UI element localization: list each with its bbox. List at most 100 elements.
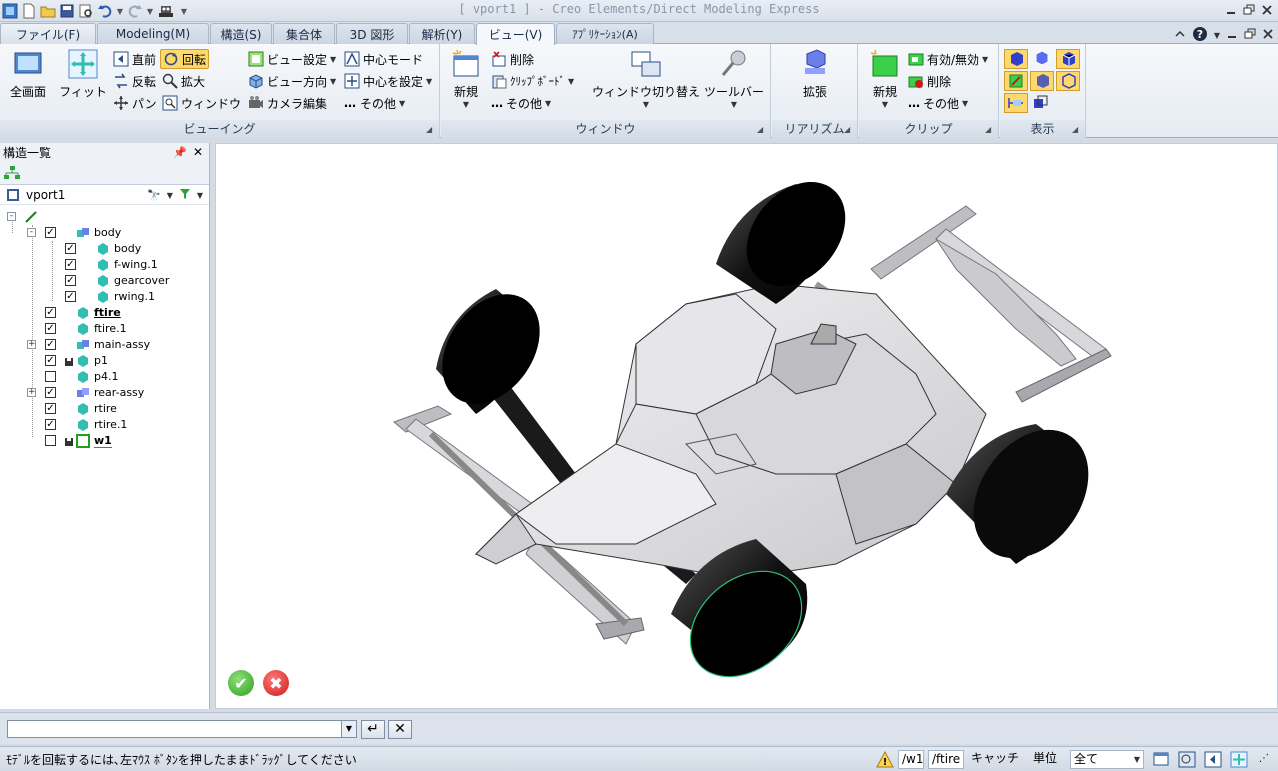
status-zoom-icon[interactable] bbox=[1178, 751, 1196, 768]
center-mode-button[interactable]: 中心モード bbox=[344, 49, 423, 69]
tree-row-rtire1[interactable]: ✓ rtire.1 bbox=[0, 417, 209, 433]
realism-launcher-icon[interactable]: ◢ bbox=[844, 125, 854, 135]
tree-checkbox[interactable]: ✓ bbox=[65, 259, 76, 270]
tab-modeling[interactable]: Modeling(M) bbox=[97, 23, 209, 44]
tab-analysis[interactable]: 解析(Y) bbox=[409, 23, 475, 44]
tree-checkbox[interactable]: ✓ bbox=[45, 387, 56, 398]
tree-checkbox[interactable]: ✓ bbox=[45, 355, 56, 366]
panel-close-icon[interactable]: ✕ bbox=[193, 145, 203, 159]
shaded-edges-button[interactable] bbox=[1030, 49, 1054, 69]
workplane-field[interactable]: /w1 bbox=[898, 750, 924, 769]
tab-3d-shape[interactable]: 3D 図形 bbox=[336, 23, 408, 44]
rotate-button[interactable]: 回転 bbox=[160, 49, 210, 69]
full-screen-button[interactable]: 全画面 bbox=[6, 48, 50, 100]
filter-select[interactable]: 全て ▼ bbox=[1070, 750, 1144, 769]
help-dropdown-icon[interactable]: ▼ bbox=[1214, 31, 1220, 40]
tab-file[interactable]: ファイル(F) bbox=[0, 23, 96, 44]
viewing-other-button[interactable]: … その他 ▼ bbox=[344, 93, 405, 113]
clip-toggle-button[interactable]: 有効/無効 ▼ bbox=[908, 49, 988, 69]
ok-button[interactable]: ✔ bbox=[228, 670, 254, 696]
pin-icon[interactable]: 📌 bbox=[173, 146, 187, 159]
expand-realism-button[interactable]: 拡張 bbox=[790, 48, 840, 100]
close-icon[interactable] bbox=[1260, 3, 1274, 16]
tree-checkbox[interactable]: ✓ bbox=[45, 419, 56, 430]
window-launcher-icon[interactable]: ◢ bbox=[757, 125, 767, 135]
tab-view[interactable]: ビュー(V) bbox=[476, 23, 555, 45]
command-enter-button[interactable]: ↵ bbox=[361, 720, 385, 739]
tree-checkbox[interactable] bbox=[45, 371, 56, 382]
tree-expander[interactable]: + bbox=[27, 388, 36, 397]
cancel-button[interactable]: ✖ bbox=[263, 670, 289, 696]
tree-checkbox[interactable]: ✓ bbox=[45, 227, 56, 238]
fit-button[interactable]: フィット bbox=[57, 48, 109, 100]
tree-row-main-assy[interactable]: + ✓ main-assy bbox=[0, 337, 209, 353]
clip-launcher-icon[interactable]: ◢ bbox=[985, 125, 995, 135]
tree-checkbox[interactable]: ✓ bbox=[45, 339, 56, 350]
clip-other-button[interactable]: … その他 ▼ bbox=[908, 93, 968, 113]
help-icon[interactable]: ? bbox=[1192, 26, 1208, 45]
toolbar-button[interactable]: ツールバー ▼ bbox=[703, 48, 765, 109]
command-input[interactable] bbox=[7, 720, 357, 738]
filter-icon[interactable] bbox=[179, 188, 191, 203]
view-direction-button[interactable]: ビュー方向 ▼ bbox=[248, 71, 336, 91]
unit-label[interactable]: 単位 bbox=[1030, 750, 1060, 769]
status-window-icon[interactable] bbox=[1152, 751, 1170, 768]
f1-car-model[interactable] bbox=[216, 144, 1277, 708]
tree-row-ftire1[interactable]: ✓ ftire.1 bbox=[0, 321, 209, 337]
tree-row-root[interactable]: - bbox=[0, 209, 209, 225]
camera-edit-button[interactable]: カメラ編集 bbox=[248, 93, 327, 113]
binoculars-dropdown-icon[interactable]: ▼ bbox=[167, 191, 173, 200]
catch-label[interactable]: キャッチ bbox=[968, 750, 1022, 769]
tree-row-rtire[interactable]: ✓ rtire bbox=[0, 401, 209, 417]
viewing-launcher-icon[interactable]: ◢ bbox=[426, 125, 436, 135]
zoom-button[interactable]: 拡大 bbox=[162, 71, 205, 91]
root-row[interactable]: vport1 🔭 ▼ ▼ bbox=[0, 185, 209, 205]
clipboard-button[interactable]: ｸﾘｯﾌﾟﾎﾞｰﾄﾞ ▼ bbox=[491, 71, 574, 91]
tab-assembly[interactable]: 集合体 bbox=[273, 23, 335, 44]
tree-checkbox[interactable]: ✓ bbox=[45, 307, 56, 318]
status-fit-icon[interactable] bbox=[1230, 751, 1248, 768]
tree-row-p1[interactable]: ✓ p1 bbox=[0, 353, 209, 369]
tree-row-ftire[interactable]: ✓ ftire bbox=[0, 305, 209, 321]
grip-icon[interactable]: ⋰ bbox=[1256, 750, 1272, 769]
tree-checkbox[interactable]: ✓ bbox=[65, 291, 76, 302]
display-launcher-icon[interactable]: ◢ bbox=[1072, 125, 1082, 135]
shaded-mode-button[interactable] bbox=[1004, 49, 1028, 69]
tree-expander[interactable]: + bbox=[27, 340, 36, 349]
tree-checkbox[interactable]: ✓ bbox=[65, 275, 76, 286]
tree-row-body-assy[interactable]: - ✓ body bbox=[0, 225, 209, 241]
tree-checkbox[interactable] bbox=[45, 435, 56, 446]
part-field[interactable]: /ftire bbox=[928, 750, 964, 769]
pan-button[interactable]: パン bbox=[113, 93, 157, 113]
tree-checkbox[interactable]: ✓ bbox=[65, 243, 76, 254]
status-previous-icon[interactable] bbox=[1204, 751, 1222, 768]
doc-minimize-icon[interactable] bbox=[1226, 28, 1238, 43]
set-center-button[interactable]: 中心を設定 ▼ bbox=[344, 71, 432, 91]
command-clear-button[interactable]: ✕ bbox=[388, 720, 412, 739]
3d-viewport[interactable]: ✔ ✖ bbox=[215, 143, 1278, 709]
new-window-button[interactable]: 新規 ▼ bbox=[449, 48, 483, 109]
tree-row-fwing[interactable]: ✓ f-wing.1 bbox=[0, 257, 209, 273]
perspective-button[interactable] bbox=[1030, 93, 1054, 113]
hidden-line-button[interactable] bbox=[1056, 49, 1080, 69]
doc-close-icon[interactable] bbox=[1262, 28, 1274, 43]
command-history-dropdown-icon[interactable]: ▼ bbox=[341, 721, 356, 737]
minimize-icon[interactable] bbox=[1224, 3, 1238, 16]
tree-expander[interactable]: - bbox=[7, 212, 16, 221]
clip-delete-button[interactable]: 削除 bbox=[908, 71, 951, 91]
restore-icon[interactable] bbox=[1242, 3, 1256, 16]
tree-checkbox[interactable]: ✓ bbox=[45, 323, 56, 334]
tree-row-gearcover[interactable]: ✓ gearcover bbox=[0, 273, 209, 289]
silhouette-button[interactable] bbox=[1056, 71, 1080, 91]
doc-restore-icon[interactable] bbox=[1244, 28, 1256, 43]
view-settings-button[interactable]: ビュー設定 ▼ bbox=[248, 49, 336, 69]
wireframe-button[interactable] bbox=[1004, 71, 1028, 91]
collapse-ribbon-icon[interactable] bbox=[1174, 28, 1186, 43]
tree-expander[interactable]: - bbox=[27, 228, 36, 237]
structure-tree-icon[interactable] bbox=[3, 165, 21, 181]
tree-checkbox[interactable]: ✓ bbox=[45, 403, 56, 414]
transparent-button[interactable] bbox=[1030, 71, 1054, 91]
tree-row-w1[interactable]: w1 bbox=[0, 433, 209, 449]
binoculars-icon[interactable]: 🔭 bbox=[147, 189, 161, 202]
reverse-button[interactable]: 反転 bbox=[113, 71, 156, 91]
